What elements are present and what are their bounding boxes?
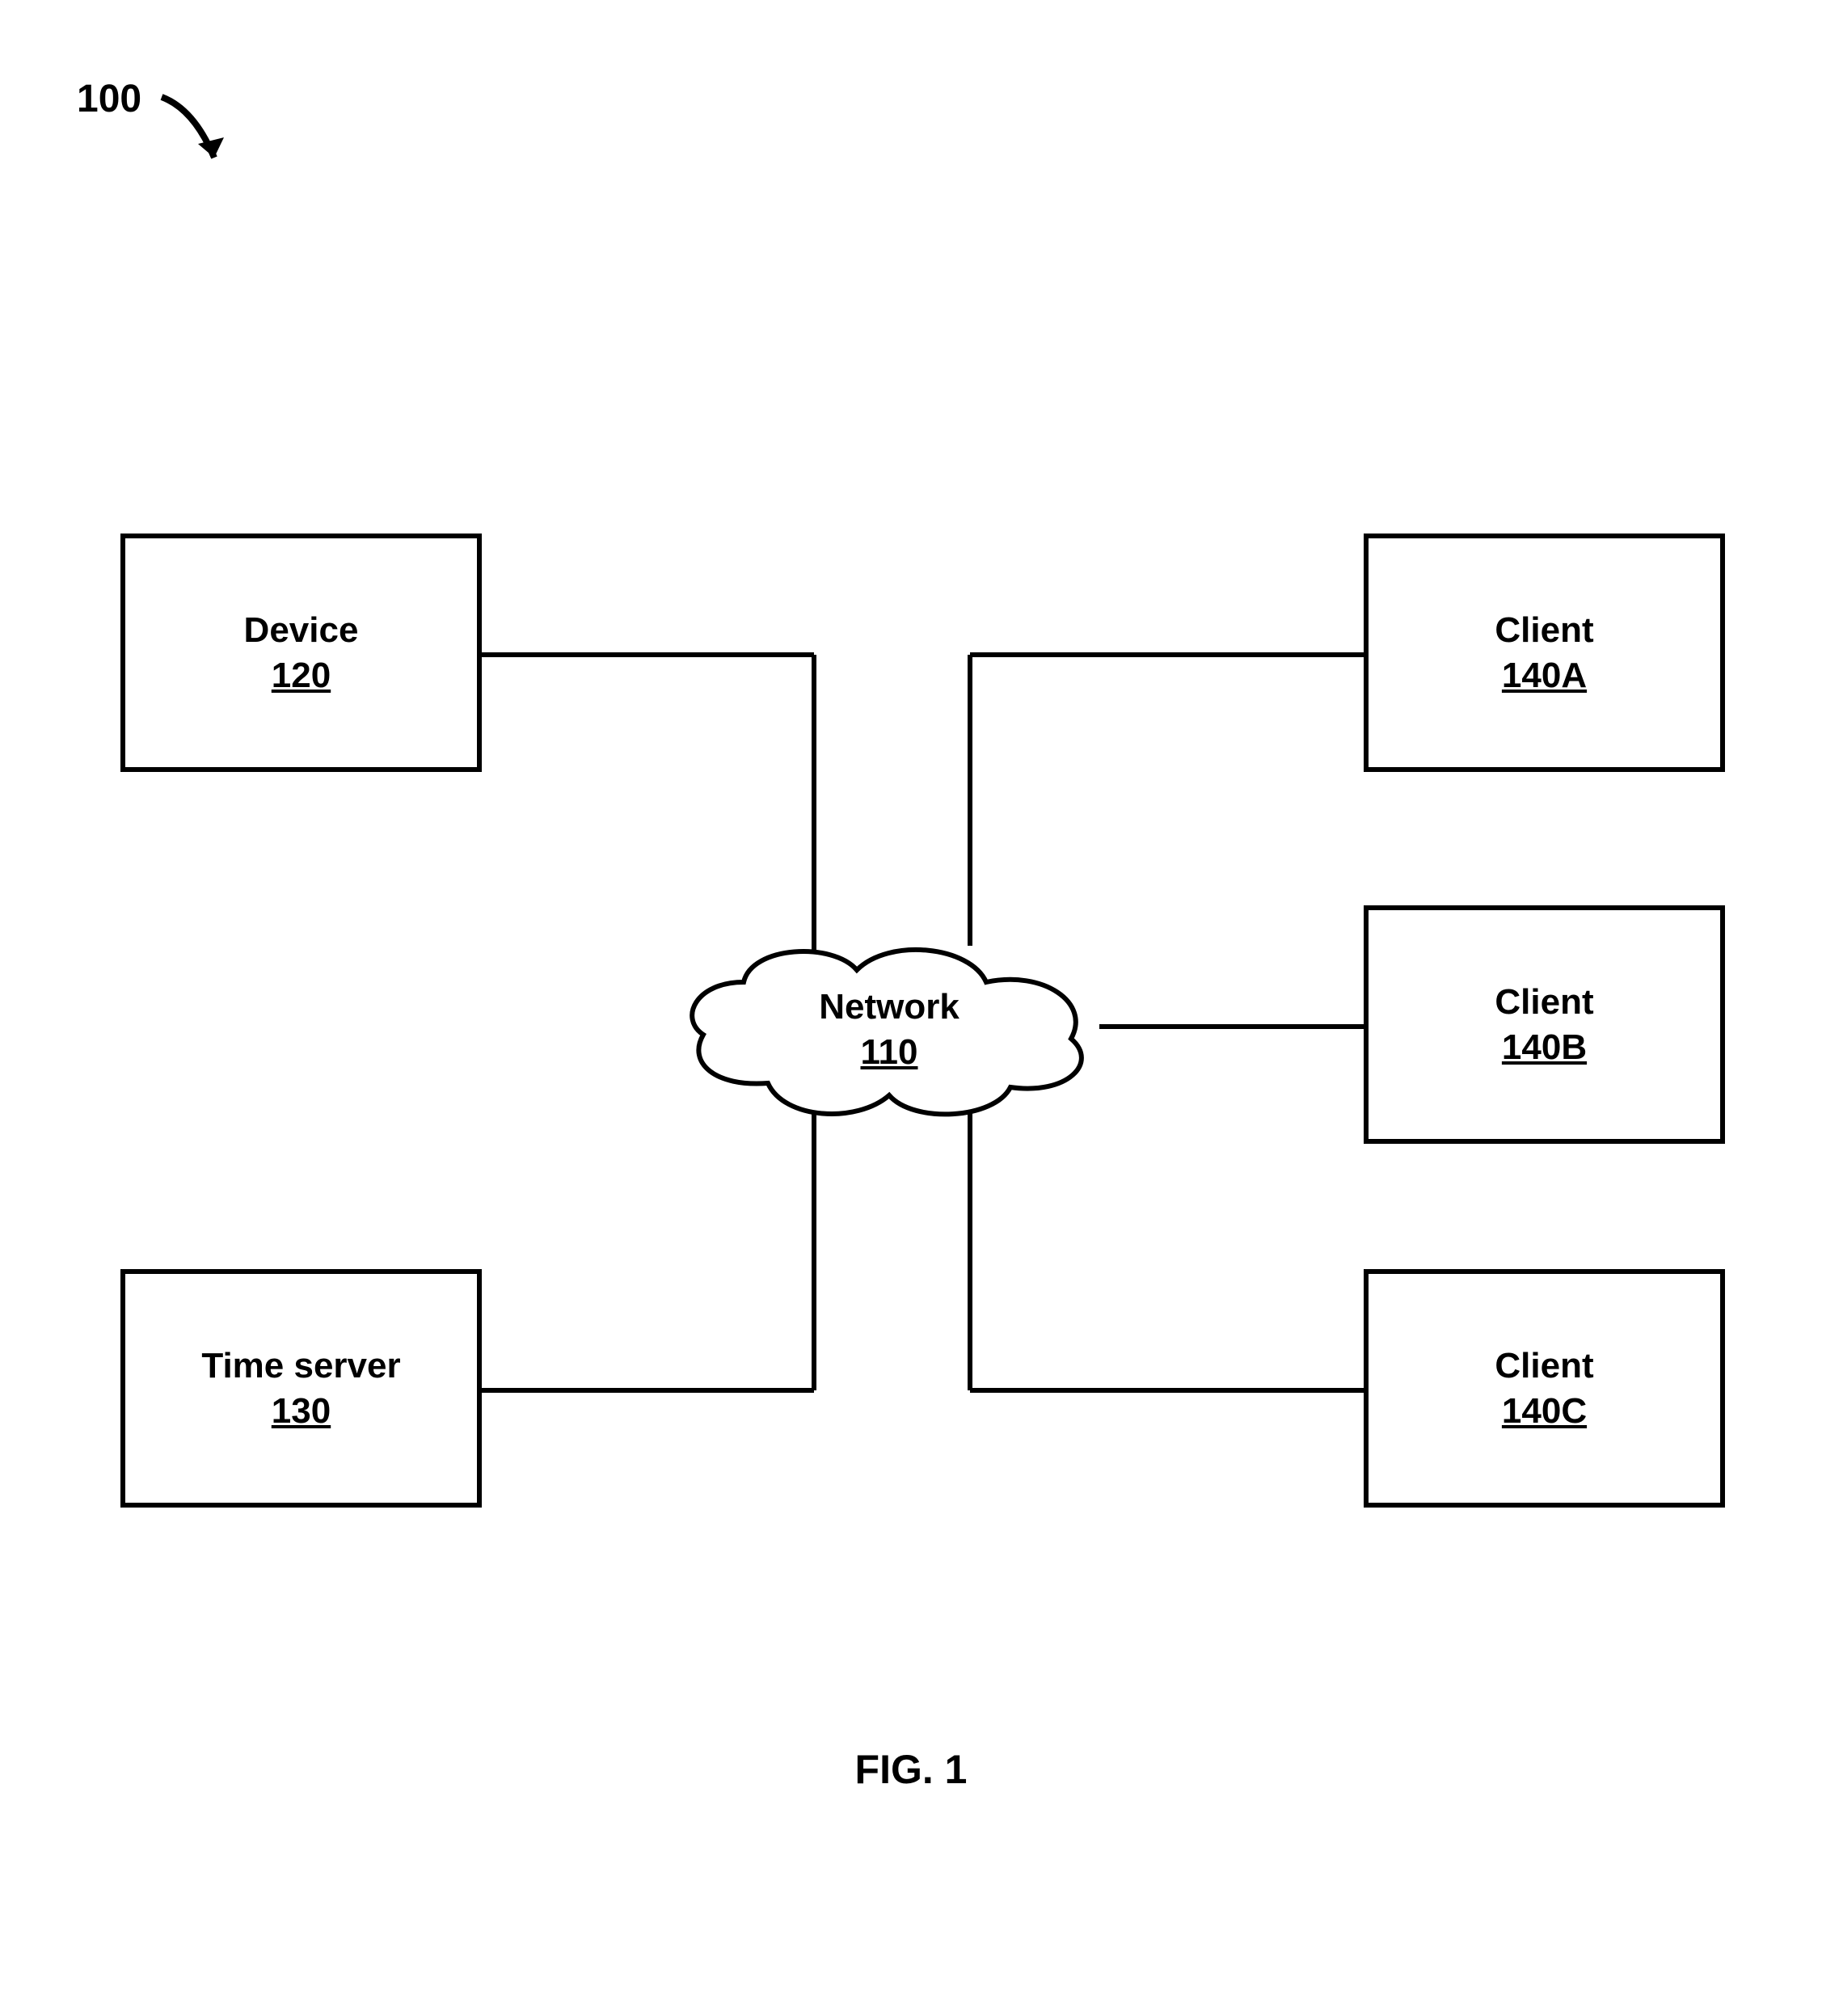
node-client-c: Client 140C — [1364, 1269, 1725, 1508]
node-client-c-title: Client — [1495, 1345, 1593, 1388]
node-client-a-title: Client — [1495, 609, 1593, 652]
node-time-server-ref: 130 — [272, 1391, 331, 1432]
node-time-server: Time server 130 — [120, 1269, 482, 1508]
node-client-a: Client 140A — [1364, 534, 1725, 772]
node-network-cloud: Network 110 — [671, 922, 1107, 1132]
diagram-canvas: 100 Device 120 Time server 130 Client 14… — [0, 0, 1822, 2016]
node-client-a-ref: 140A — [1502, 656, 1587, 696]
node-client-b-title: Client — [1495, 981, 1593, 1024]
node-device: Device 120 — [120, 534, 482, 772]
node-client-b: Client 140B — [1364, 905, 1725, 1144]
node-device-title: Device — [244, 609, 359, 652]
node-network-title: Network — [671, 986, 1107, 1029]
node-time-server-title: Time server — [201, 1345, 400, 1388]
node-client-c-ref: 140C — [1502, 1391, 1587, 1432]
figure-caption: FIG. 1 — [0, 1746, 1822, 1793]
node-device-ref: 120 — [272, 656, 331, 696]
node-network-ref: 110 — [671, 1032, 1107, 1073]
node-client-b-ref: 140B — [1502, 1027, 1587, 1068]
